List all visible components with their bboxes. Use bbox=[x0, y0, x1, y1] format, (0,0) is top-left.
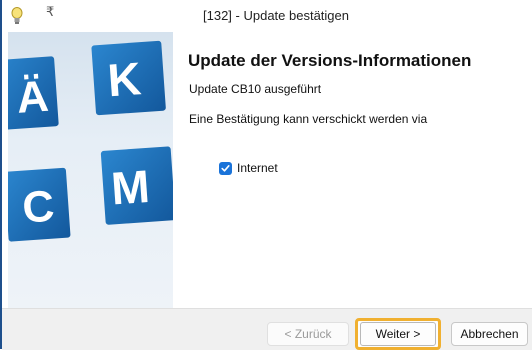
window-title: [132] - Update bestätigen bbox=[203, 8, 349, 23]
logo-letter-m: M bbox=[109, 160, 151, 215]
wizard-window: ₹ [132] - Update bestätigen Ä K C M Upda… bbox=[0, 0, 532, 350]
cancel-button[interactable]: Abbrechen bbox=[451, 322, 528, 346]
page-heading: Update der Versions-Informationen bbox=[188, 51, 472, 70]
window-border bbox=[0, 0, 2, 349]
instruction-text: Eine Bestätigung kann verschickt werden … bbox=[189, 112, 428, 126]
quick-access-menu[interactable]: ₹ bbox=[46, 5, 54, 20]
title-bar: ₹ [132] - Update bestätigen bbox=[2, 0, 532, 32]
sidebar-banner: Ä K C M bbox=[8, 32, 173, 308]
logo-letter-k: K bbox=[106, 52, 143, 106]
next-button[interactable]: Weiter > bbox=[360, 322, 436, 346]
checkbox-checked-icon[interactable] bbox=[219, 161, 232, 175]
status-text: Update CB10 ausgeführt bbox=[189, 82, 322, 96]
lightbulb-icon[interactable] bbox=[10, 6, 24, 26]
back-button[interactable]: < Zurück bbox=[267, 322, 349, 346]
internet-checkbox-label: Internet bbox=[237, 161, 278, 175]
logo-letter-c: C bbox=[21, 182, 56, 233]
aekcm-logo: Ä K C M bbox=[8, 40, 173, 242]
logo-letter-ae: Ä bbox=[15, 72, 50, 123]
next-button-highlight[interactable]: Weiter > bbox=[355, 318, 441, 350]
internet-checkbox[interactable]: Internet bbox=[219, 161, 278, 175]
